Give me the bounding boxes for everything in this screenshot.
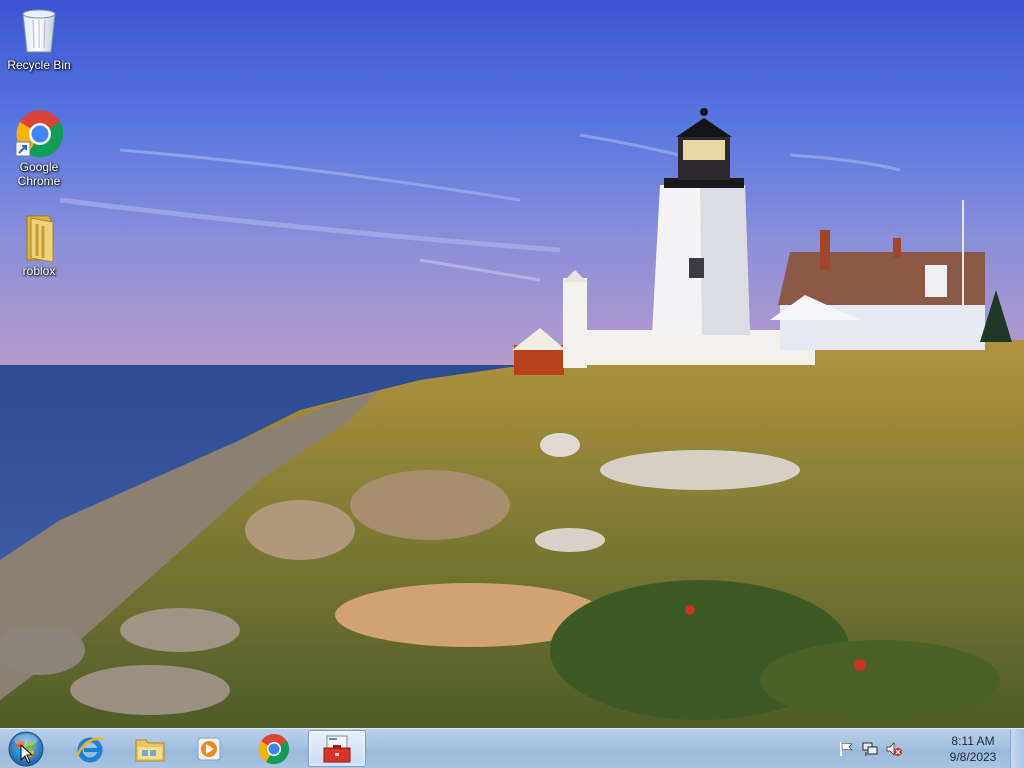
internet-explorer-icon	[75, 737, 104, 762]
chrome-icon	[258, 733, 290, 764]
network-icon[interactable]	[862, 741, 878, 757]
desktop-icon-label: roblox	[22, 264, 56, 278]
desktop-icon-label: Recycle Bin	[7, 58, 71, 72]
toolbox-icon	[323, 735, 351, 762]
folder-icon	[15, 212, 63, 263]
taskbar-toolbox-app[interactable]	[308, 730, 366, 767]
volume-muted-icon[interactable]	[886, 741, 902, 757]
taskbar-media-player[interactable]	[182, 730, 238, 767]
chrome-icon	[15, 108, 64, 158]
desktop-icon-roblox-folder[interactable]: roblox	[1, 212, 77, 278]
desktop-wallpaper	[0, 0, 1024, 728]
clock[interactable]: 8:11 AM 9/8/2023	[938, 733, 1008, 765]
recycle-bin-icon	[15, 6, 63, 56]
system-tray: 8:11 AM 9/8/2023	[838, 729, 1008, 768]
desktop-icon-recycle-bin[interactable]: Recycle Bin	[1, 6, 77, 72]
desktop[interactable]: Recycle Bin Google Chrome roblox 8:11 AM…	[0, 0, 1024, 768]
taskbar-internet-explorer[interactable]	[62, 730, 118, 767]
action-center-flag-icon[interactable]	[838, 741, 854, 757]
media-player-icon	[197, 737, 221, 760]
desktop-icon-label-line1: Google	[19, 160, 59, 174]
desktop-icon-label-line2: Chrome	[17, 174, 61, 188]
taskbar-google-chrome[interactable]	[246, 730, 302, 767]
show-desktop-button[interactable]	[1010, 729, 1024, 768]
mouse-cursor-icon	[20, 744, 34, 764]
taskbar-windows-explorer[interactable]	[122, 730, 178, 767]
clock-time: 8:11 AM	[951, 734, 995, 748]
file-explorer-icon	[135, 739, 165, 761]
desktop-icon-google-chrome[interactable]: Google Chrome	[1, 108, 77, 188]
taskbar: 8:11 AM 9/8/2023	[0, 728, 1024, 768]
clock-date: 9/8/2023	[949, 750, 997, 764]
